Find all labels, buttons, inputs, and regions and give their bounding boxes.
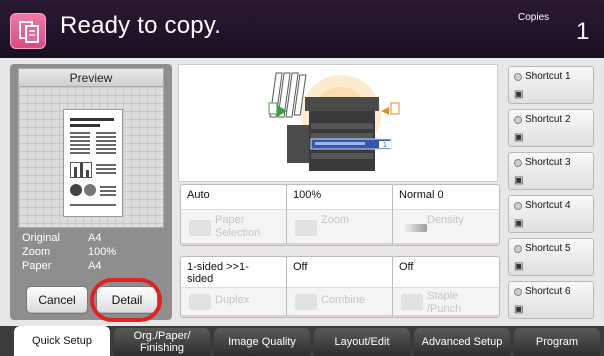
- original-size-row: Original A4: [22, 232, 102, 244]
- function-tab-bar: Quick Setup Org./Paper/ Finishing Image …: [0, 326, 604, 356]
- density-icon: [401, 224, 427, 232]
- shortcut-2-button[interactable]: Shortcut 2 ▣: [508, 109, 594, 147]
- svg-text:1: 1: [383, 142, 387, 149]
- copy-screen: Ready to copy. Copies 1 Preview Original…: [0, 0, 604, 356]
- tab-layout-edit[interactable]: Layout/Edit: [314, 328, 410, 356]
- shortcut-1-button[interactable]: Shortcut 1 ▣: [508, 66, 594, 104]
- combine-button[interactable]: Off Combine: [286, 256, 394, 318]
- copy-app-icon[interactable]: [10, 13, 46, 49]
- detail-button[interactable]: Detail: [96, 286, 158, 314]
- header-bar: Ready to copy. Copies 1: [0, 0, 604, 58]
- cancel-button[interactable]: Cancel: [26, 286, 88, 314]
- combine-label: Combine: [321, 294, 366, 306]
- preview-panel: Preview Original A4 Zoom 100% Paper A4 C…: [10, 64, 172, 322]
- shortcut-3-button[interactable]: Shortcut 3 ▣: [508, 152, 594, 190]
- duplex-icon: [189, 294, 211, 310]
- shortcut-icon: ▣: [514, 175, 524, 186]
- shortcut-5-button[interactable]: Shortcut 5 ▣: [508, 238, 594, 276]
- paper-tray-icon: [189, 220, 211, 236]
- paper-selection-button[interactable]: Auto Paper Selection: [180, 184, 288, 246]
- staple-punch-label: Staple /Punch: [427, 290, 462, 315]
- shortcut-icon: ▣: [514, 218, 524, 229]
- preview-bar-chart: [70, 162, 92, 178]
- density-button[interactable]: Normal 0 Density: [392, 184, 500, 246]
- preview-box: Preview: [18, 68, 164, 228]
- shortcut-icon: ▣: [514, 304, 524, 315]
- preview-pie-chart: [70, 184, 82, 196]
- tab-org-paper-finishing[interactable]: Org./Paper/ Finishing: [114, 328, 210, 356]
- combine-icon: [295, 294, 317, 310]
- duplex-button[interactable]: 1-sided >>1-sided Duplex: [180, 256, 288, 318]
- shortcut-icon: ▣: [514, 261, 524, 272]
- machine-status-area: 1: [178, 64, 498, 182]
- zoom-button[interactable]: 100% Zoom: [286, 184, 394, 246]
- zoom-icon: [295, 220, 317, 236]
- shortcut-6-button[interactable]: Shortcut 6 ▣: [508, 281, 594, 319]
- zoom-label: Zoom: [321, 214, 350, 226]
- tab-quick-setup[interactable]: Quick Setup: [14, 326, 110, 356]
- duplex-label: Duplex: [215, 294, 250, 306]
- shortcut-icon: ▣: [514, 89, 524, 100]
- paper-size-row: Paper A4: [22, 260, 102, 272]
- shortcut-4-button[interactable]: Shortcut 4 ▣: [508, 195, 594, 233]
- preview-page-thumbnail: [63, 109, 123, 217]
- copies-count[interactable]: 1: [576, 18, 589, 46]
- tab-image-quality[interactable]: Image Quality: [214, 328, 310, 356]
- preview-title: Preview: [19, 69, 163, 87]
- staple-punch-button[interactable]: Off Staple /Punch: [392, 256, 500, 318]
- tab-program[interactable]: Program: [514, 328, 600, 356]
- tab-advanced-setup[interactable]: Advanced Setup: [414, 328, 510, 356]
- shortcut-icon: ▣: [514, 132, 524, 143]
- zoom-row: Zoom 100%: [22, 246, 117, 258]
- preview-area: [19, 87, 163, 227]
- staple-icon: [401, 294, 423, 310]
- density-label: Density: [427, 214, 464, 226]
- page-title: Ready to copy.: [60, 12, 222, 39]
- copier-illustration-icon: 1: [268, 72, 400, 171]
- paper-selection-label: Paper Selection: [215, 214, 261, 239]
- copies-label: Copies: [518, 12, 550, 23]
